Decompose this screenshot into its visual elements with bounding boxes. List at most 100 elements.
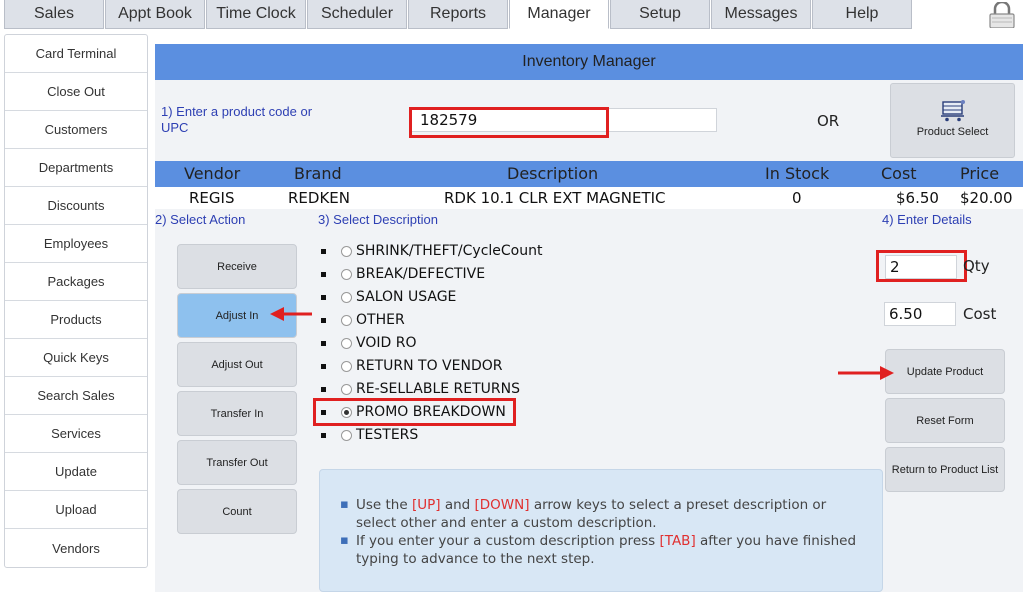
tab-manager[interactable]: Manager [509, 0, 609, 29]
product-code-highlight [409, 107, 609, 138]
cell-in-stock: 0 [792, 189, 802, 207]
promo-breakdown-highlight [313, 398, 516, 426]
step1-label: 1) Enter a product code or UPC [161, 104, 313, 135]
sidebar-item-customers[interactable]: Customers [5, 111, 147, 149]
description-option[interactable]: BREAK/DEFECTIVE [321, 264, 485, 284]
radio-button[interactable] [341, 268, 352, 280]
description-option-label: SHRINK/THEFT/CycleCount [356, 243, 543, 259]
description-option-label: TESTERS [356, 427, 419, 443]
step4-label: 4) Enter Details [882, 212, 972, 227]
description-option-label: RE-SELLABLE RETURNS [356, 381, 521, 397]
transfer-in-button[interactable]: Transfer In [177, 391, 297, 436]
sidebar-item-employees[interactable]: Employees [5, 225, 147, 263]
help-item: Use the [UP] and [DOWN] arrow keys to se… [340, 496, 862, 532]
description-option[interactable]: TESTERS [321, 425, 418, 445]
receive-button[interactable]: Receive [177, 244, 297, 289]
bullet [321, 248, 326, 254]
arrow-right-icon [838, 366, 894, 380]
tab-time-clock[interactable]: Time Clock [206, 0, 306, 29]
help-box: Use the [UP] and [DOWN] arrow keys to se… [319, 469, 883, 592]
cart-icon [940, 100, 965, 122]
sidebar-item-products[interactable]: Products [5, 301, 147, 339]
tab-messages[interactable]: Messages [711, 0, 811, 29]
page-title: Inventory Manager [155, 44, 1023, 80]
sidebar-item-upload[interactable]: Upload [5, 491, 147, 529]
sidebar-item-vendors[interactable]: Vendors [5, 529, 147, 567]
lock-icon[interactable] [986, 2, 1018, 28]
tab-appt-book[interactable]: Appt Book [105, 0, 205, 29]
bullet [321, 294, 326, 300]
qty-highlight [876, 250, 967, 282]
sidebar-item-update[interactable]: Update [5, 453, 147, 491]
col-brand: Brand [294, 164, 342, 183]
reset-form-button[interactable]: Reset Form [885, 398, 1005, 443]
tab-sales[interactable]: Sales [4, 0, 104, 29]
bullet [321, 340, 326, 346]
step2-label: 2) Select Action [155, 212, 246, 227]
bullet [321, 386, 326, 392]
product-table-header: Vendor Brand Description In Stock Cost P… [155, 161, 1023, 187]
sidebar-item-packages[interactable]: Packages [5, 263, 147, 301]
tab-help[interactable]: Help [812, 0, 912, 29]
product-select-label: Product Select [916, 126, 989, 138]
sidebar-item-close-out[interactable]: Close Out [5, 73, 147, 111]
bullet [321, 317, 326, 323]
tab-setup[interactable]: Setup [610, 0, 710, 29]
cost-input[interactable] [884, 302, 956, 326]
sidebar-item-services[interactable]: Services [5, 415, 147, 453]
tab-scheduler[interactable]: Scheduler [307, 0, 407, 29]
sidebar-item-quick-keys[interactable]: Quick Keys [5, 339, 147, 377]
sidebar-item-discounts[interactable]: Discounts [5, 187, 147, 225]
product-select-button[interactable]: Product Select [890, 83, 1015, 158]
description-option-label: BREAK/DEFECTIVE [356, 266, 486, 282]
transfer-out-button[interactable]: Transfer Out [177, 440, 297, 485]
cell-vendor: REGIS [189, 189, 235, 207]
description-option[interactable]: VOID RO [321, 333, 416, 353]
top-nav: Sales Appt Book Time Clock Scheduler Rep… [4, 0, 913, 29]
bullet [321, 363, 326, 369]
description-option-label: SALON USAGE [356, 289, 457, 305]
bullet [321, 432, 326, 438]
radio-button[interactable] [341, 337, 352, 349]
col-in-stock: In Stock [765, 164, 830, 183]
sidebar-item-departments[interactable]: Departments [5, 149, 147, 187]
help-item: If you enter your a custom description p… [340, 532, 862, 568]
radio-button[interactable] [341, 291, 352, 303]
update-product-button[interactable]: Update Product [885, 349, 1005, 394]
return-to-product-list-button[interactable]: Return to Product List [885, 447, 1005, 492]
description-option[interactable]: SALON USAGE [321, 287, 456, 307]
qty-label: Qty [963, 257, 990, 275]
cell-description: RDK 10.1 CLR EXT MAGNETIC [444, 189, 666, 207]
sidebar-item-card-terminal[interactable]: Card Terminal [5, 35, 147, 73]
description-option[interactable]: OTHER [321, 310, 405, 330]
count-button[interactable]: Count [177, 489, 297, 534]
cell-price: $20.00 [960, 189, 1013, 207]
radio-button[interactable] [341, 314, 352, 326]
col-price: Price [960, 164, 1000, 183]
bullet [321, 271, 326, 277]
step3-label: 3) Select Description [318, 212, 438, 227]
description-option[interactable]: RETURN TO VENDOR [321, 356, 502, 376]
col-description: Description [507, 164, 599, 183]
or-text: OR [817, 112, 840, 130]
cost-label: Cost [963, 305, 997, 323]
table-row[interactable]: REGIS REDKEN RDK 10.1 CLR EXT MAGNETIC 0… [155, 187, 1023, 209]
radio-button[interactable] [341, 429, 352, 441]
radio-button[interactable] [341, 245, 352, 257]
radio-button[interactable] [341, 360, 352, 372]
arrow-left-icon [270, 307, 312, 321]
adjust-out-button[interactable]: Adjust Out [177, 342, 297, 387]
description-option[interactable]: RE-SELLABLE RETURNS [321, 379, 520, 399]
radio-button[interactable] [341, 383, 352, 395]
cell-brand: REDKEN [288, 189, 350, 207]
description-option[interactable]: SHRINK/THEFT/CycleCount [321, 241, 542, 261]
sidebar: Card Terminal Close Out Customers Depart… [4, 34, 148, 568]
description-option-label: RETURN TO VENDOR [356, 358, 503, 374]
description-option-label: VOID RO [356, 335, 417, 351]
col-vendor: Vendor [184, 164, 241, 183]
tab-reports[interactable]: Reports [408, 0, 508, 29]
col-cost: Cost [881, 164, 917, 183]
cell-cost: $6.50 [896, 189, 939, 207]
description-option-label: OTHER [356, 312, 405, 328]
sidebar-item-search-sales[interactable]: Search Sales [5, 377, 147, 415]
